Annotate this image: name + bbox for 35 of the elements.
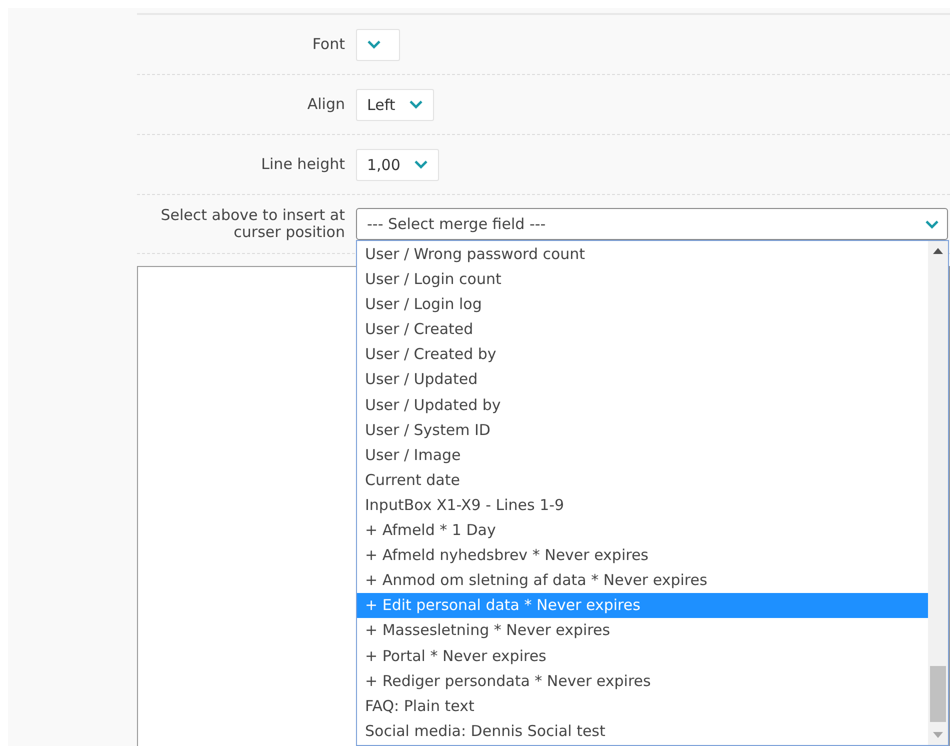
dropdown[interactable] — [356, 28, 400, 60]
dropdown-option[interactable]: InputBox X1-X9 - Lines 1-9 — [357, 492, 928, 518]
dropdown-option[interactable]: FAQ: Plain text — [357, 694, 928, 719]
field-label: Align — [306, 96, 345, 113]
dropdown-option[interactable]: User / Wrong password count — [357, 242, 928, 268]
chevron-down-icon — [414, 160, 428, 169]
dropdown-option[interactable]: User / Updated — [357, 367, 928, 393]
dropdown-option[interactable]: User / System ID — [357, 418, 928, 443]
dropdown-option[interactable]: User / Login log — [357, 292, 928, 318]
merge-field-dropdown[interactable]: --- Select merge field --- — [356, 208, 948, 240]
chevron-down-icon — [409, 100, 424, 109]
dropdown-option[interactable]: + Rediger persondata * Never expires — [357, 668, 928, 694]
scrollbar[interactable] — [928, 241, 948, 745]
dropdown-option[interactable]: User / Created by — [357, 342, 928, 368]
dropdown-option[interactable]: User / Image — [357, 442, 928, 468]
dropdown[interactable]: Left — [356, 88, 434, 120]
dropdown-option[interactable]: User / Created — [357, 317, 928, 342]
dropdown-option[interactable]: User / Updated by — [357, 392, 928, 418]
dropdown[interactable]: 1,00 — [356, 148, 440, 180]
chevron-down-icon — [925, 220, 939, 228]
dropdown-option[interactable]: Current date — [357, 468, 928, 493]
field-label: Line height — [260, 156, 345, 173]
dropdown-option[interactable]: User / Login count — [357, 267, 928, 292]
dropdown-option[interactable]: + Afmeld nyhedsbrev * Never expires — [357, 543, 928, 568]
field-label: Select above to insert at curser position — [160, 207, 345, 241]
dropdown-option[interactable]: + Afmeld * 1 Day — [357, 518, 928, 544]
dropdown-option[interactable]: + Portal * Never expires — [357, 644, 928, 669]
dropdown-option[interactable]: + Massesletning * Never expires — [357, 618, 928, 644]
scroll-up-icon[interactable] — [933, 248, 943, 254]
scroll-down-icon[interactable] — [933, 732, 943, 738]
field-label: Font — [311, 36, 345, 53]
chevron-down-icon — [367, 40, 381, 49]
scroll-thumb[interactable] — [930, 666, 946, 722]
dropdown-option[interactable]: Social media: Dennis Social test — [357, 718, 928, 744]
dropdown-option[interactable]: + Anmod om sletning af data * Never expires — [357, 568, 928, 594]
